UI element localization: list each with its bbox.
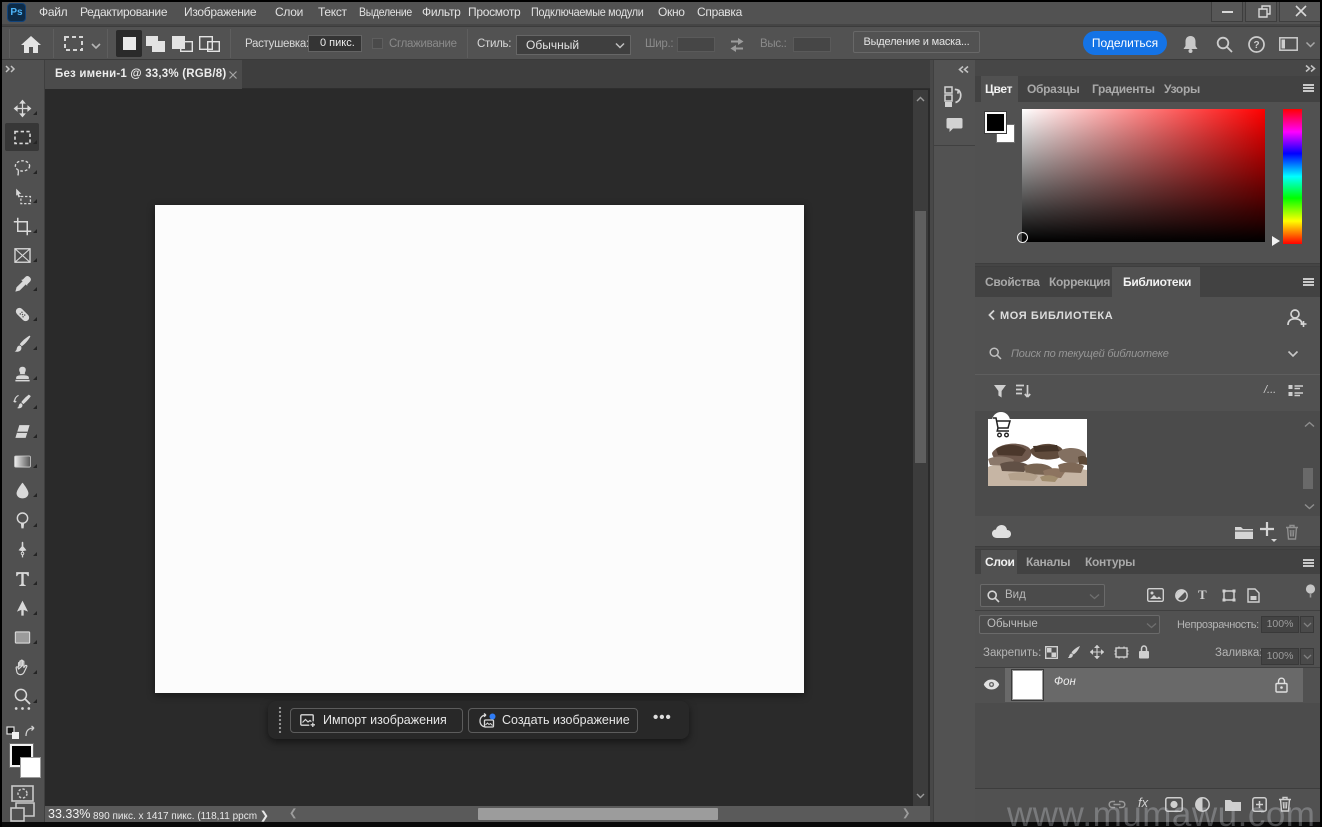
svg-text:?: ? [1253, 40, 1259, 51]
